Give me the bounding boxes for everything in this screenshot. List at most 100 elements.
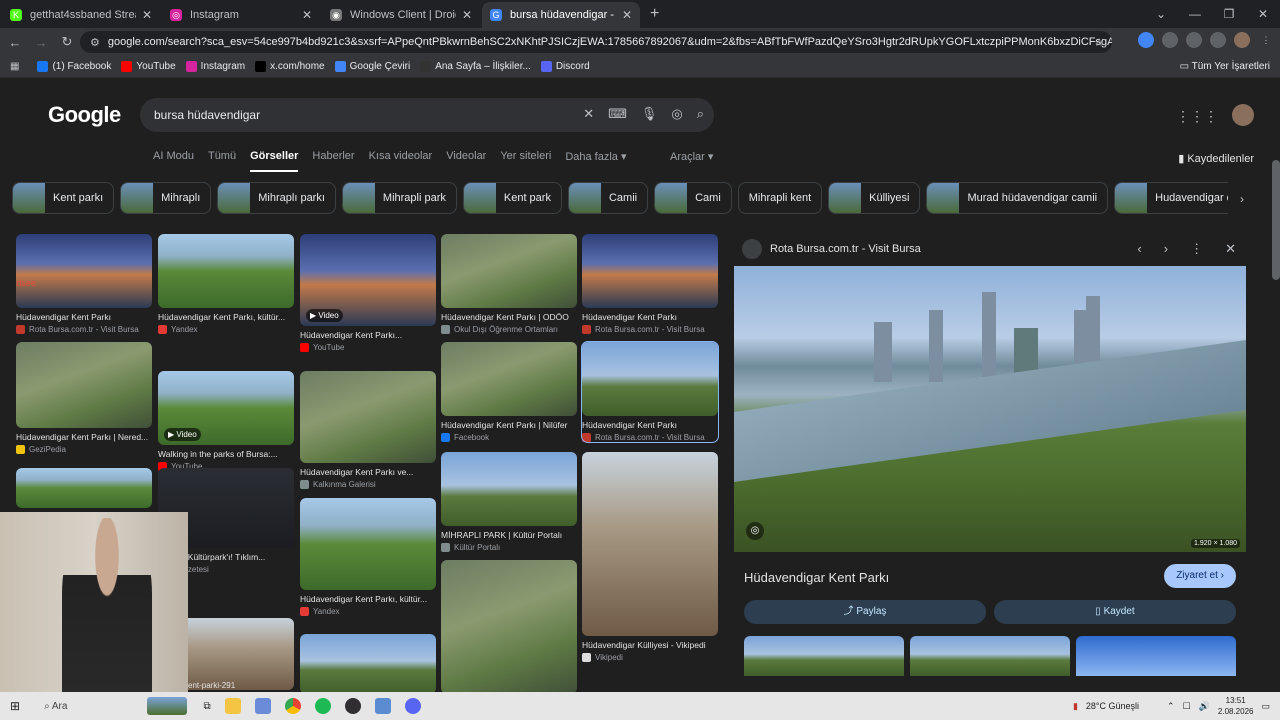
tools-button[interactable]: Araçlar ▾ [670, 150, 713, 163]
image-result[interactable] [441, 560, 577, 692]
forward-button[interactable]: → [30, 35, 52, 50]
settings-icon[interactable] [374, 698, 391, 714]
related-thumbnail[interactable] [744, 636, 904, 676]
news-widget-icon[interactable] [147, 697, 188, 715]
chrome-icon[interactable] [284, 698, 301, 714]
site-info-icon[interactable]: ⚙ [90, 36, 100, 49]
bookmark-item[interactable]: x.com/home [255, 61, 325, 72]
google-logo[interactable]: Google [48, 102, 121, 128]
related-thumbnail[interactable] [1076, 636, 1236, 676]
browser-tab[interactable]: Kgetthat4ssbaned Stream - Kick ✕ [2, 2, 160, 28]
search-tab[interactable]: Kısa videolar [369, 150, 433, 172]
bookmark-star-icon[interactable]: ☆ [1094, 36, 1104, 49]
image-result[interactable]: Hüdavendigar Külliyesi - Vikipedi Vikiped… [582, 452, 718, 662]
browser-tab[interactable]: ◎ Instagram ✕ [162, 2, 320, 28]
close-tab-icon[interactable]: ✕ [142, 8, 152, 22]
visit-button[interactable]: Ziyaret et › [1164, 564, 1236, 588]
more-icon[interactable]: ⋮ [1190, 241, 1203, 257]
bookmark-item[interactable]: Google Çeviri [334, 61, 410, 72]
image-result[interactable] [300, 634, 436, 692]
task-view-icon[interactable]: ⧉ [203, 701, 210, 712]
search-icon[interactable]: ⌕ [697, 106, 704, 122]
refinement-chip[interactable]: Mihrapli park [341, 182, 457, 214]
lens-search-icon[interactable]: ◎ [746, 522, 764, 540]
menu-icon[interactable]: ⋮ [1258, 32, 1274, 48]
save-button[interactable]: ▯ Kaydet [994, 600, 1236, 624]
image-result[interactable]: Hüdavendigar Kent Parkı, kültür... Yandex [158, 234, 294, 334]
clear-icon[interactable]: ✕ [583, 106, 594, 122]
refinement-chip[interactable]: Mihraplı parkı [217, 182, 336, 214]
close-tab-icon[interactable]: ✕ [302, 8, 312, 22]
refinement-chip[interactable]: Cami [654, 182, 732, 214]
page-scrollbar[interactable] [1272, 160, 1280, 280]
download-icon[interactable] [1210, 32, 1226, 48]
cloud-icon[interactable] [1162, 32, 1178, 48]
microphone-icon[interactable]: 🎙 [641, 106, 658, 122]
refinement-chip[interactable]: Kent parkı [12, 182, 115, 214]
search-input[interactable]: bursa hüdavendigar [154, 108, 260, 122]
bookmark-item[interactable]: (1) Facebook [37, 61, 111, 72]
volume-icon[interactable]: 🔊 [1199, 701, 1210, 712]
new-tab-button[interactable]: + [650, 5, 659, 23]
preview-source[interactable]: Rota Bursa.com.tr - Visit Bursa [770, 243, 921, 255]
extension-icon[interactable] [1138, 32, 1154, 48]
next-icon[interactable]: › [1164, 241, 1168, 257]
refinement-chip[interactable]: Hudavendigar city park [1114, 182, 1228, 214]
close-tab-icon[interactable]: ✕ [462, 8, 472, 22]
refinement-chip[interactable]: Mihraplı [120, 182, 212, 214]
keyboard-icon[interactable]: ⌨ [608, 106, 627, 122]
spotify-icon[interactable] [314, 698, 331, 714]
refinement-chip[interactable]: Camii [567, 182, 649, 214]
all-bookmarks-link[interactable]: ▭ Tüm Yer İşaretleri [1180, 61, 1270, 72]
weather-widget[interactable]: 28°C Güneşli [1086, 701, 1139, 711]
refinement-chip[interactable]: Murad hüdavendigar camii [926, 182, 1109, 214]
image-result[interactable]: Hüdavendigar Kent Parkı | Nered... GeziPe… [16, 342, 152, 454]
start-icon[interactable]: ⊞ [10, 699, 20, 713]
puzzle-icon[interactable] [1186, 32, 1202, 48]
network-icon[interactable]: ☐ [1183, 701, 1191, 712]
lens-icon[interactable]: ◎ [671, 106, 682, 122]
obs-icon[interactable] [344, 698, 361, 714]
bookmark-item[interactable]: Discord [540, 61, 590, 72]
minimize-button[interactable]: — [1178, 0, 1212, 28]
close-window-button[interactable]: ✕ [1246, 0, 1280, 28]
refinement-chip[interactable]: Kent park [462, 182, 562, 214]
search-tab[interactable]: Haberler [312, 150, 354, 172]
close-icon[interactable]: ✕ [1225, 241, 1236, 257]
related-thumbnail[interactable] [910, 636, 1070, 676]
search-tab[interactable]: Yer siteleri [500, 150, 551, 172]
previous-icon[interactable]: ‹ [1137, 241, 1141, 257]
image-result[interactable]: ▶ Video Hüdavendigar Kent Parkı... YouTube [300, 234, 436, 352]
chevron-down-icon[interactable]: ⌄ [1144, 0, 1178, 28]
image-result[interactable]: Yadsee Hüdavendigar Kent Parkı Rota Bursa.… [16, 234, 152, 334]
bookmark-item[interactable]: Ana Sayfa – İlişkiler... [420, 61, 531, 72]
bookmark-item[interactable]: Instagram [185, 61, 245, 72]
taskbar-search[interactable]: ⌕ Ara [44, 701, 67, 712]
saved-link[interactable]: ▮ Kaydedilenler [1178, 152, 1254, 165]
image-result[interactable]: Hüdavendigar Kent Parkı Rota Bursa.com.tr… [581, 341, 719, 443]
refinement-chip[interactable]: Külliyesi [828, 182, 921, 214]
chevron-right-icon[interactable]: › [1240, 192, 1244, 206]
file-explorer-icon[interactable] [224, 698, 241, 714]
image-result[interactable]: Hüdavendigar Kent Parkı ve... Kalkınma Ga… [300, 371, 436, 489]
close-tab-icon[interactable]: ✕ [622, 8, 632, 22]
search-tab[interactable]: AI Modu [153, 150, 194, 172]
browser-tab[interactable]: ◉ Windows Client | DroidCam ✕ [322, 2, 480, 28]
google-apps-icon[interactable]: ⋮⋮⋮ [1176, 108, 1218, 125]
image-result[interactable]: MİHRAPLI PARK | Kültür Portalı Kültür Por… [441, 452, 577, 552]
reload-button[interactable]: ↻ [56, 34, 78, 50]
image-result[interactable]: Hüdavendigar Kent Parkı, kültür... Yandex [300, 498, 436, 616]
url-field[interactable]: ⚙ google.com/search?sca_esv=54ce997b4bd9… [80, 31, 1112, 53]
apps-grid-icon[interactable]: ▦ [10, 61, 19, 72]
browser-tab[interactable]: Gbursa hüdavendigar - Google'da ✕ [482, 2, 640, 28]
snipping-tool-icon[interactable] [254, 698, 271, 714]
image-result[interactable]: ▶ Video Walking in the parks of Bursa:...… [158, 371, 294, 471]
search-tab[interactable]: Tümü [208, 150, 236, 172]
preview-title[interactable]: Hüdavendigar Kent Parkı [744, 570, 889, 585]
share-button[interactable]: ⤴ Paylaş [744, 600, 986, 624]
tray-chevron-icon[interactable]: ⌃ [1167, 701, 1175, 712]
preview-image[interactable]: ◎ 1.920 × 1.080 [734, 266, 1246, 552]
restore-button[interactable]: ❐ [1212, 0, 1246, 28]
image-result[interactable]: Hüdavendigar Kent Parkı | Nilüfer Faceboo… [441, 342, 577, 442]
search-tab[interactable]: Daha fazla ▾ [565, 150, 626, 172]
